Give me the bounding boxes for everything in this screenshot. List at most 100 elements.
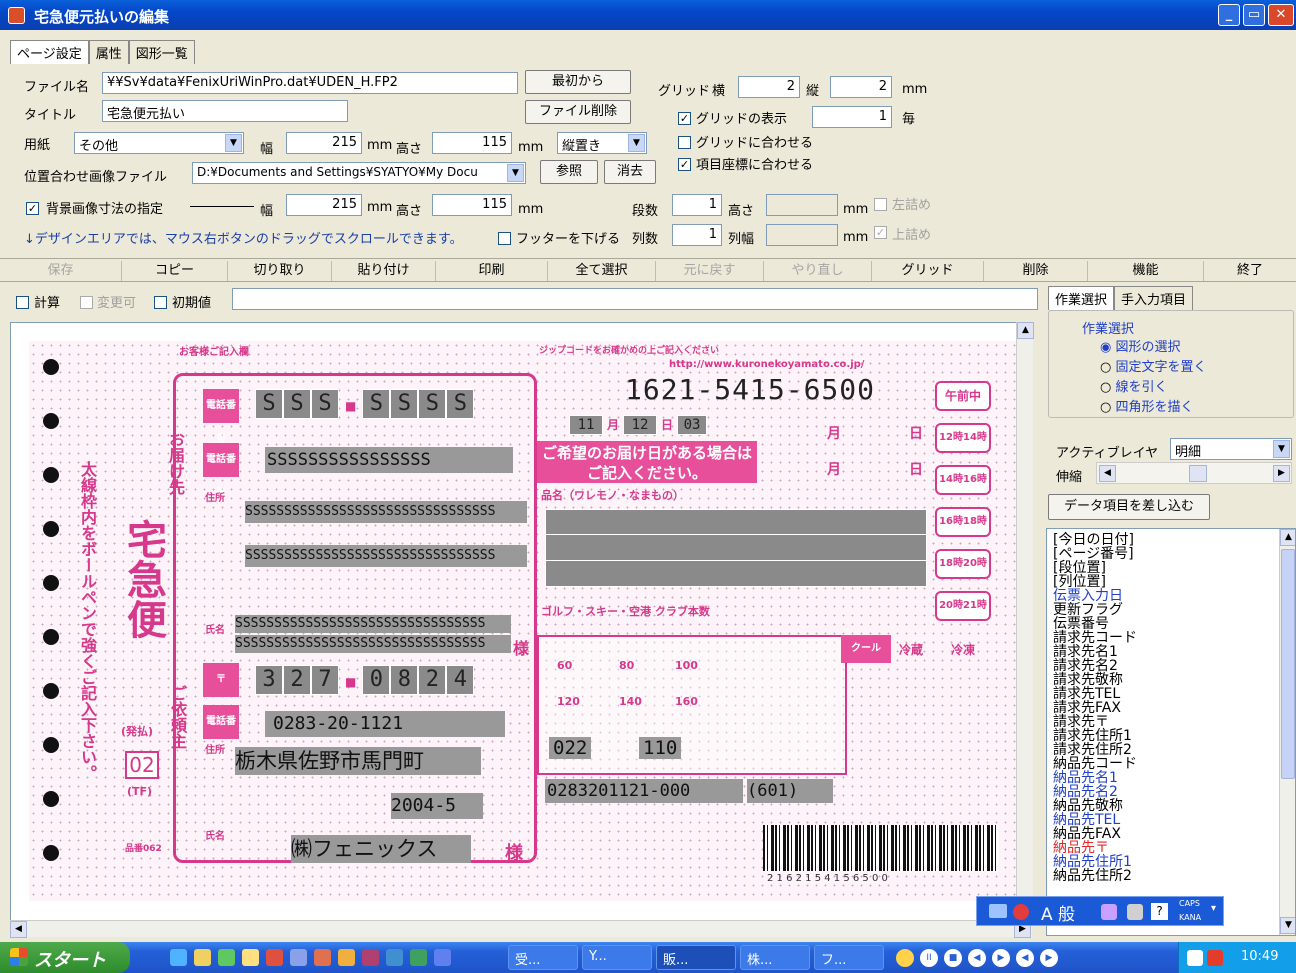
taskbar-item[interactable]: フ... [814, 945, 884, 970]
clear-button[interactable]: 消去 [604, 160, 656, 184]
media-icon[interactable] [896, 949, 914, 967]
quicklaunch-icon[interactable] [434, 949, 451, 966]
grid-every-field[interactable]: 1 [812, 106, 892, 128]
tab-shape-list[interactable]: 図形一覧 [128, 40, 195, 64]
quicklaunch-icon[interactable] [362, 949, 379, 966]
minimize-button[interactable]: _ [1218, 4, 1240, 26]
save-button[interactable]: 保存 [0, 261, 122, 281]
paper-select[interactable]: その他 ▼ [74, 132, 244, 154]
ime-menu-icon[interactable]: ▾ [1211, 903, 1216, 914]
start-button[interactable]: スタート [0, 942, 130, 973]
data-item[interactable]: 納品先TEL [1053, 813, 1279, 827]
delete-file-button[interactable]: ファイル削除 [525, 100, 631, 124]
taskbar-item[interactable]: 受... [508, 945, 578, 970]
select-all-button[interactable]: 全て選択 [548, 261, 656, 281]
radio-fixed-text[interactable]: ○ 固定文字を置く [1100, 356, 1207, 375]
grid-horizontal-field[interactable]: 2 [738, 76, 800, 98]
data-item[interactable]: 納品先住所2 [1053, 869, 1279, 883]
row-height-field[interactable] [766, 194, 838, 216]
media-pause-icon[interactable]: II [920, 949, 938, 967]
media-volume-icon[interactable]: ◀ [1016, 949, 1034, 967]
canvas-horizontal-scrollbar[interactable]: ◀ ▶ [10, 920, 1032, 938]
bg-width-field[interactable]: 215 [286, 194, 362, 216]
client-phone-field[interactable]: 0283-20-1121 [265, 711, 505, 737]
data-item[interactable]: [今日の日付] [1053, 533, 1279, 547]
quicklaunch-icon[interactable] [314, 949, 331, 966]
taskbar-item[interactable]: Y... [582, 945, 652, 970]
tray-icon[interactable] [1187, 950, 1203, 966]
zoom-right-icon[interactable]: ▶ [1273, 465, 1290, 482]
redo-button[interactable]: やり直し [764, 261, 872, 281]
quicklaunch-icon[interactable] [266, 949, 283, 966]
data-item[interactable]: 請求先住所1 [1053, 729, 1279, 743]
ie-icon[interactable] [170, 949, 187, 966]
code2-field[interactable]: 110 [639, 737, 682, 759]
quicklaunch-icon[interactable] [194, 949, 211, 966]
cut-button[interactable]: 切り取り [228, 261, 332, 281]
height-field[interactable]: 115 [432, 132, 512, 154]
code1-field[interactable]: 022 [549, 737, 592, 759]
tray-icon[interactable] [1207, 950, 1223, 966]
tab-page-settings[interactable]: ページ設定 [10, 40, 89, 64]
media-stop-icon[interactable]: ■ [944, 949, 962, 967]
data-item[interactable]: 請求先〒 [1053, 715, 1279, 729]
initial-value-checkbox[interactable] [154, 296, 167, 309]
zoom-slider[interactable]: ◀ ▶ [1096, 462, 1292, 484]
data-item[interactable]: [段位置] [1053, 561, 1279, 575]
tab-manual-input[interactable]: 手入力項目 [1114, 286, 1194, 310]
data-item[interactable]: 納品先〒 [1053, 841, 1279, 855]
data-item[interactable]: 請求先住所2 [1053, 743, 1279, 757]
function-button[interactable]: 機能 [1088, 261, 1204, 281]
undo-button[interactable]: 元に戻す [656, 261, 764, 281]
changeable-checkbox[interactable] [80, 296, 93, 309]
data-item-list[interactable]: [今日の日付] [ページ番号] [段位置] [列位置] 伝票入力日 更新フラグ 伝票番号 請求… [1046, 528, 1296, 936]
title-field[interactable]: 宅急便元払い [102, 100, 348, 122]
radio-draw-rect[interactable]: ○ 四角形を描く [1100, 396, 1194, 415]
customer-code-suffix[interactable]: (601) [747, 779, 833, 803]
footer-checkbox[interactable] [498, 232, 511, 245]
print-button[interactable]: 印刷 [436, 261, 548, 281]
data-item[interactable]: 納品先コード [1053, 757, 1279, 771]
quicklaunch-icon[interactable] [410, 949, 427, 966]
data-item[interactable]: 請求先名2 [1053, 659, 1279, 673]
scroll-down-icon[interactable]: ▼ [1280, 917, 1295, 934]
quicklaunch-icon[interactable] [338, 949, 355, 966]
quicklaunch-icon[interactable] [290, 949, 307, 966]
active-layer-select[interactable]: 明細 ▼ [1170, 438, 1292, 460]
data-item[interactable]: 請求先TEL [1053, 687, 1279, 701]
insert-data-button[interactable]: データ項目を差し込む [1048, 494, 1210, 520]
recipient-address-line2[interactable]: SSSSSSSSSSSSSSSSSSSSSSSSSSSSSSSS [245, 545, 527, 567]
from-start-button[interactable]: 最初から [525, 70, 631, 94]
delete-button[interactable]: 削除 [984, 261, 1088, 281]
data-list-scroll-thumb[interactable] [1281, 549, 1295, 779]
zoom-left-icon[interactable]: ◀ [1099, 465, 1116, 482]
initial-value-field[interactable] [232, 288, 1038, 310]
recipient-name-line2[interactable]: SSSSSSSSSSSSSSSSSSSSSSSSSSSSSSSS [235, 635, 511, 653]
snap-grid-checkbox[interactable] [678, 136, 691, 149]
recipient-address-line1[interactable]: SSSSSSSSSSSSSSSSSSSSSSSSSSSSSSSS [245, 501, 527, 523]
width-field[interactable]: 215 [286, 132, 362, 154]
data-item[interactable]: 伝票番号 [1053, 617, 1279, 631]
data-item[interactable]: 請求先FAX [1053, 701, 1279, 715]
data-item[interactable]: 納品先敬称 [1053, 799, 1279, 813]
customer-code-field[interactable]: 0283201121-000 [545, 779, 743, 803]
data-item[interactable]: [列位置] [1053, 575, 1279, 589]
data-item[interactable]: 請求先名1 [1053, 645, 1279, 659]
maximize-button[interactable]: ▭ [1243, 4, 1265, 26]
data-item[interactable]: 更新フラグ [1053, 603, 1279, 617]
data-list-scrollbar[interactable]: ▲ ▼ [1279, 529, 1295, 935]
left-align-checkbox[interactable] [874, 198, 887, 211]
browse-button[interactable]: 参照 [540, 160, 598, 184]
help-icon[interactable]: ? [1151, 903, 1168, 920]
tab-attributes[interactable]: 属性 [88, 40, 129, 64]
client-name-field[interactable]: ㈱フェニックス [291, 835, 471, 863]
data-item[interactable]: 伝票入力日 [1053, 589, 1279, 603]
ime-mode[interactable]: A 般 [1041, 900, 1075, 925]
cols-field[interactable]: 1 [672, 224, 722, 246]
data-item[interactable]: 納品先住所1 [1053, 855, 1279, 869]
client-date-field[interactable]: 2004-5 [391, 793, 483, 819]
rows-field[interactable]: 1 [672, 194, 722, 216]
clock[interactable]: 10:49 [1241, 949, 1278, 964]
taskbar-item-active[interactable]: 販... [656, 945, 736, 970]
goods-field[interactable] [545, 509, 927, 587]
